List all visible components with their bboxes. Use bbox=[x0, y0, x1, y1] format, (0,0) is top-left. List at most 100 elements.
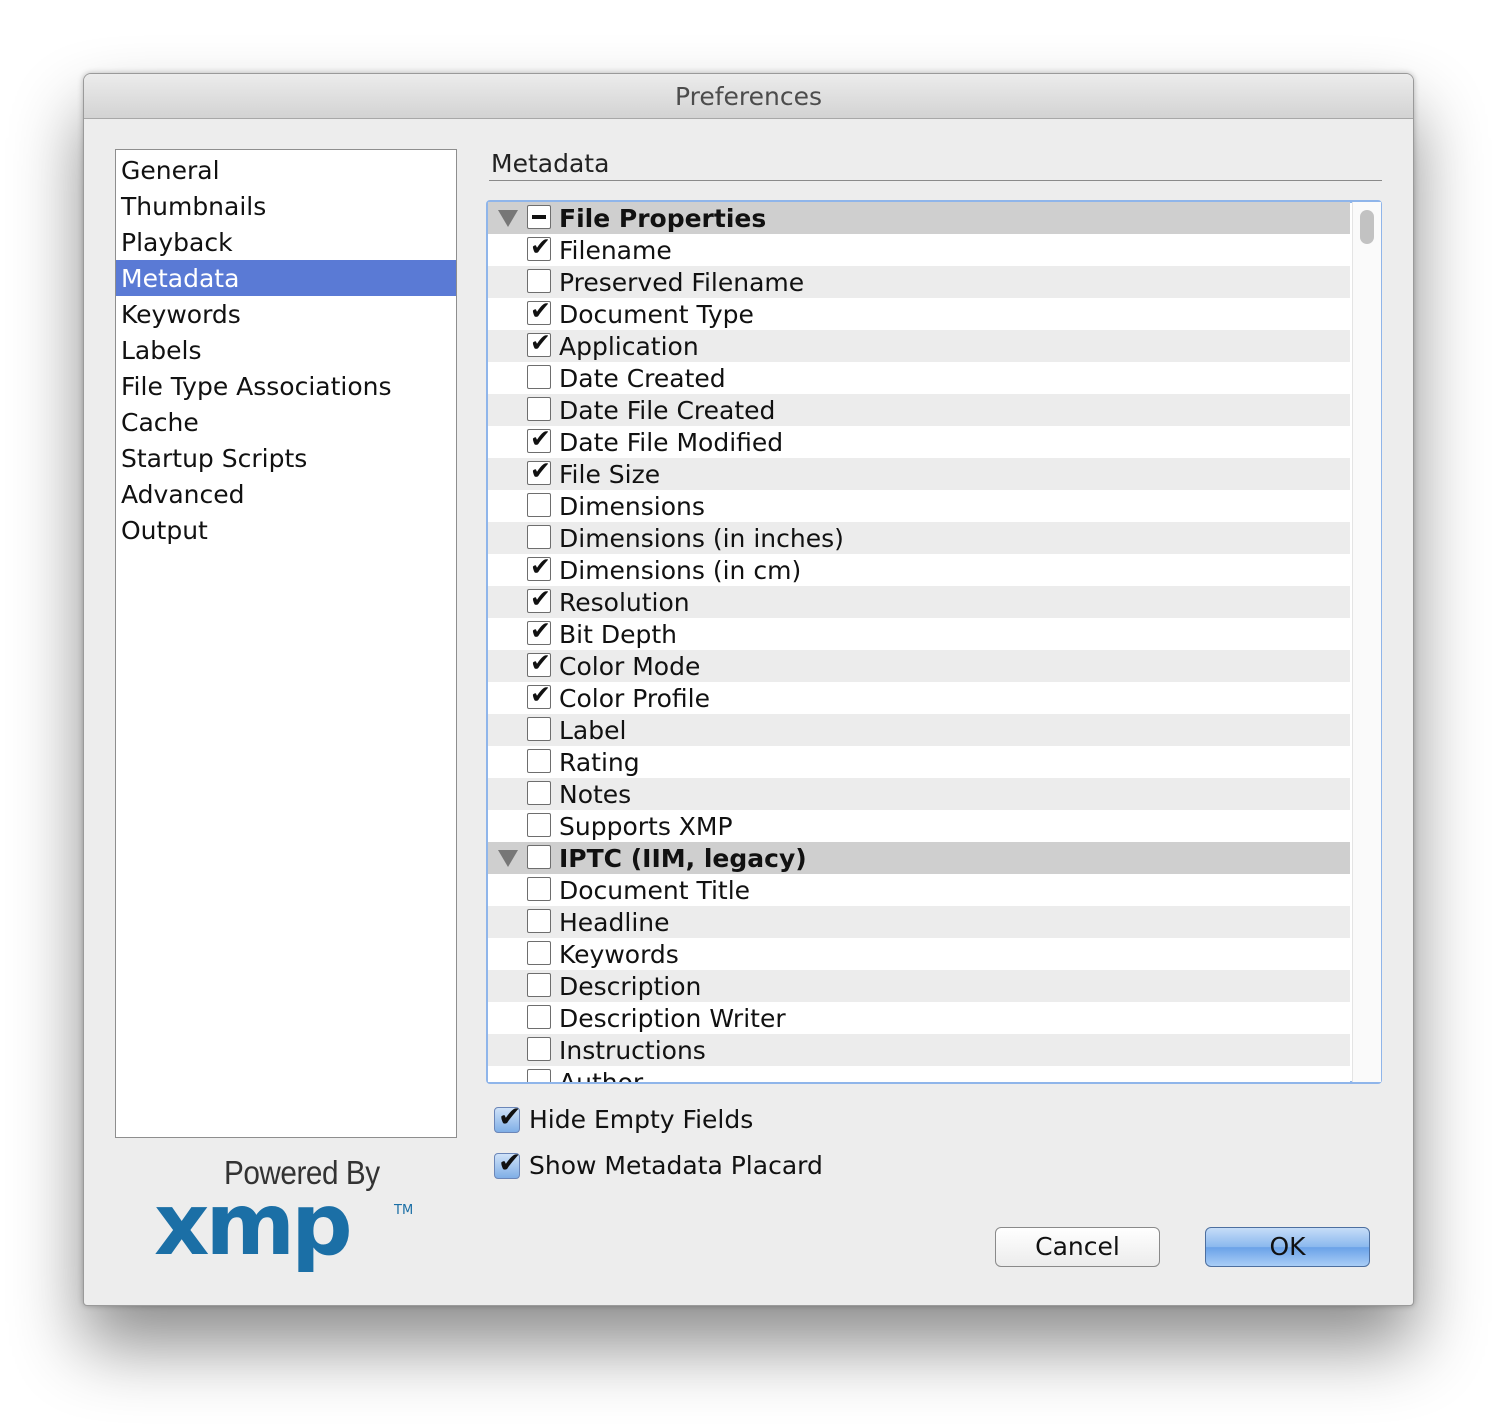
field-checkbox[interactable]: ✔ bbox=[527, 680, 551, 709]
sidebar-item-startup-scripts[interactable]: Startup Scripts bbox=[116, 440, 456, 476]
checkmark-icon: ✔ bbox=[498, 1146, 522, 1179]
field-label: Dimensions bbox=[559, 492, 705, 521]
sidebar-item-output[interactable]: Output bbox=[116, 512, 456, 548]
cancel-button[interactable]: Cancel bbox=[995, 1227, 1160, 1267]
checkmark-icon: ✔ bbox=[530, 552, 551, 581]
field-checkbox[interactable] bbox=[527, 717, 551, 741]
field-row[interactable]: Instructions bbox=[488, 1034, 1350, 1066]
field-label: Color Profile bbox=[559, 684, 710, 713]
field-row[interactable]: ✔ File Size bbox=[488, 456, 1350, 490]
field-checkbox[interactable] bbox=[527, 365, 551, 389]
field-row[interactable]: Notes bbox=[488, 778, 1350, 810]
field-row[interactable]: ✔ Bit Depth bbox=[488, 616, 1350, 650]
field-row[interactable]: Dimensions bbox=[488, 490, 1350, 522]
sidebar-item-metadata[interactable]: Metadata bbox=[116, 260, 456, 296]
field-checkbox[interactable] bbox=[527, 1069, 551, 1082]
section-divider bbox=[489, 180, 1382, 181]
field-row[interactable]: Supports XMP bbox=[488, 810, 1350, 842]
checkmark-icon: ✔ bbox=[530, 232, 551, 261]
field-checkbox[interactable]: ✔ bbox=[527, 456, 551, 485]
metadata-field-list[interactable]: File Properties ✔ Filename Preserved Filena… bbox=[488, 202, 1350, 1082]
disclosure-triangle-icon[interactable] bbox=[498, 210, 518, 227]
field-label: Preserved Filename bbox=[559, 268, 805, 297]
field-checkbox[interactable] bbox=[527, 845, 551, 869]
field-checkbox[interactable] bbox=[527, 941, 551, 965]
field-checkbox[interactable]: ✔ bbox=[527, 424, 551, 453]
sidebar-item-keywords[interactable]: Keywords bbox=[116, 296, 456, 332]
disclosure-triangle-icon[interactable] bbox=[498, 850, 518, 867]
field-checkbox[interactable]: ✔ bbox=[527, 648, 551, 677]
preferences-sidebar: General Thumbnails Playback Metadata Keyword… bbox=[115, 149, 457, 1138]
sidebar-item-file-type-associations[interactable]: File Type Associations bbox=[116, 368, 456, 404]
field-label: Resolution bbox=[559, 588, 690, 617]
field-row[interactable]: Label bbox=[488, 714, 1350, 746]
field-label: Supports XMP bbox=[559, 812, 733, 841]
field-checkbox[interactable]: ✔ bbox=[527, 296, 551, 325]
field-checkbox[interactable] bbox=[527, 749, 551, 773]
field-checkbox[interactable] bbox=[527, 1005, 551, 1029]
sidebar-item-advanced[interactable]: Advanced bbox=[116, 476, 456, 512]
field-row[interactable]: Date Created bbox=[488, 362, 1350, 394]
field-row[interactable]: ✔ Application bbox=[488, 328, 1350, 362]
sidebar-item-cache[interactable]: Cache bbox=[116, 404, 456, 440]
field-checkbox[interactable] bbox=[527, 397, 551, 421]
field-checkbox[interactable] bbox=[527, 973, 551, 997]
mixed-state-icon bbox=[532, 215, 546, 219]
field-checkbox[interactable]: ✔ bbox=[527, 328, 551, 357]
field-row[interactable]: ✔ Dimensions (in cm) bbox=[488, 552, 1350, 586]
field-checkbox[interactable] bbox=[527, 205, 551, 229]
field-checkbox[interactable] bbox=[527, 525, 551, 549]
field-checkbox[interactable]: ✔ bbox=[527, 232, 551, 261]
field-label: Application bbox=[559, 332, 699, 361]
checkmark-icon: ✔ bbox=[530, 456, 551, 485]
sidebar-item-playback[interactable]: Playback bbox=[116, 224, 456, 260]
option-checkbox[interactable]: ✔ bbox=[494, 1100, 521, 1133]
field-checkbox[interactable] bbox=[527, 877, 551, 901]
field-label: File Properties bbox=[559, 204, 767, 233]
field-row[interactable]: ✔ Document Type bbox=[488, 296, 1350, 330]
scrollbar-thumb[interactable] bbox=[1360, 210, 1374, 244]
field-label: Instructions bbox=[559, 1036, 706, 1065]
field-row[interactable]: ✔ Resolution bbox=[488, 584, 1350, 618]
sidebar-item-thumbnails[interactable]: Thumbnails bbox=[116, 188, 456, 224]
field-row[interactable]: Date File Created bbox=[488, 394, 1350, 426]
field-label: Notes bbox=[559, 780, 632, 809]
field-label: File Size bbox=[559, 460, 661, 489]
field-checkbox[interactable] bbox=[527, 493, 551, 517]
field-label: Date File Created bbox=[559, 396, 776, 425]
ok-button[interactable]: OK bbox=[1205, 1227, 1370, 1267]
field-row[interactable]: Keywords bbox=[488, 938, 1350, 970]
field-row[interactable]: Preserved Filename bbox=[488, 266, 1350, 298]
field-row[interactable]: Description Writer bbox=[488, 1002, 1350, 1034]
field-checkbox[interactable] bbox=[527, 909, 551, 933]
group-row[interactable]: IPTC (IIM, legacy) bbox=[488, 842, 1350, 874]
field-row[interactable]: ✔ Filename bbox=[488, 232, 1350, 266]
field-row[interactable]: Author bbox=[488, 1066, 1350, 1082]
section-title: Metadata bbox=[491, 149, 610, 178]
field-checkbox[interactable] bbox=[527, 813, 551, 837]
field-row[interactable]: Dimensions (in inches) bbox=[488, 522, 1350, 554]
field-checkbox[interactable]: ✔ bbox=[527, 584, 551, 613]
field-checkbox[interactable]: ✔ bbox=[527, 616, 551, 645]
option-checkbox[interactable]: ✔ bbox=[494, 1146, 521, 1179]
field-row[interactable]: ✔ Color Mode bbox=[488, 648, 1350, 682]
field-row[interactable]: ✔ Date File Modified bbox=[488, 424, 1350, 458]
checkmark-icon: ✔ bbox=[498, 1100, 522, 1133]
field-row[interactable]: Rating bbox=[488, 746, 1350, 778]
field-label: Description Writer bbox=[559, 1004, 786, 1033]
field-row[interactable]: Description bbox=[488, 970, 1350, 1002]
field-checkbox[interactable] bbox=[527, 269, 551, 293]
group-row[interactable]: File Properties bbox=[488, 202, 1350, 234]
xmp-logo-text: xmp bbox=[154, 1192, 349, 1275]
list-scrollbar[interactable] bbox=[1352, 202, 1381, 1082]
field-row[interactable]: ✔ Color Profile bbox=[488, 680, 1350, 714]
field-checkbox[interactable] bbox=[527, 781, 551, 805]
sidebar-item-general[interactable]: General bbox=[116, 152, 456, 188]
field-row[interactable]: Document Title bbox=[488, 874, 1350, 906]
checkmark-icon: ✔ bbox=[530, 328, 551, 357]
field-checkbox[interactable]: ✔ bbox=[527, 552, 551, 581]
field-label: Keywords bbox=[559, 940, 679, 969]
sidebar-item-labels[interactable]: Labels bbox=[116, 332, 456, 368]
field-row[interactable]: Headline bbox=[488, 906, 1350, 938]
field-checkbox[interactable] bbox=[527, 1037, 551, 1061]
